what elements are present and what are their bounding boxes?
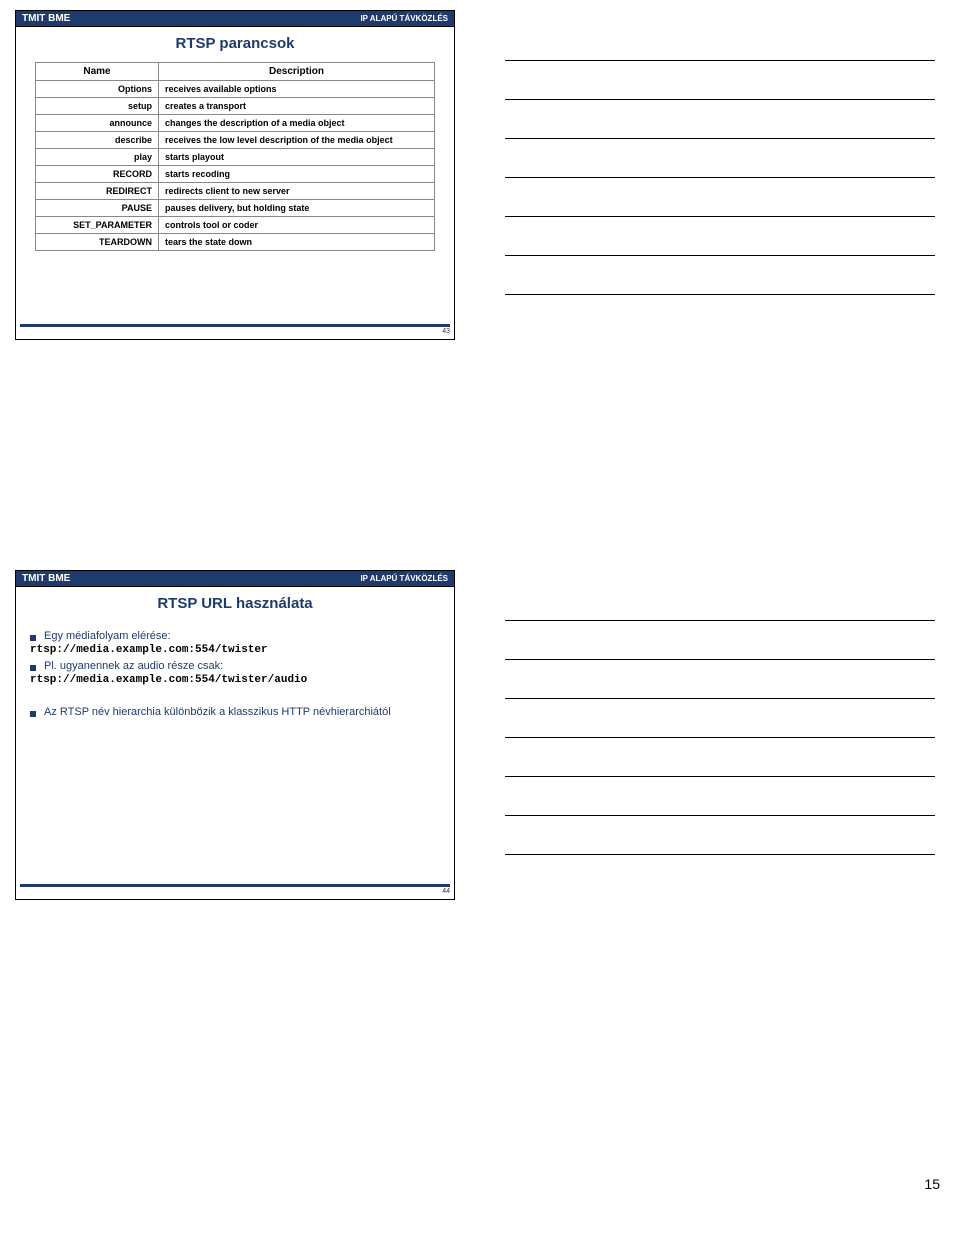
slide-page-num: 44 xyxy=(442,888,450,895)
slide-title: RTSP URL használata xyxy=(16,587,454,622)
slide-title: RTSP parancsok xyxy=(16,27,454,62)
slide-header: TMIT BME IP ALAPÚ TÁVKÖZLÉS xyxy=(16,571,454,587)
note-line xyxy=(505,582,935,621)
bullet-item: Az RTSP név hierarchia különbözik a klas… xyxy=(30,706,440,718)
slide-44: TMIT BME IP ALAPÚ TÁVKÖZLÉS RTSP URL has… xyxy=(15,570,455,900)
note-line xyxy=(505,178,935,217)
th-desc: Description xyxy=(159,63,435,81)
bullet-text: Egy médiafolyam elérése: xyxy=(44,630,171,642)
url-text: rtsp://media.example.com:554/twister xyxy=(30,644,440,656)
slide-page-num: 43 xyxy=(442,328,450,335)
note-line xyxy=(505,699,935,738)
table-row: Optionsreceives available options xyxy=(36,81,435,98)
header-left: TMIT BME xyxy=(22,13,70,24)
th-name: Name xyxy=(36,63,159,81)
slide-header: TMIT BME IP ALAPÚ TÁVKÖZLÉS xyxy=(16,11,454,27)
note-line xyxy=(505,217,935,256)
note-line xyxy=(505,660,935,699)
note-line xyxy=(505,816,935,855)
bullet-item: Pl. ugyanennek az audio része csak: xyxy=(30,660,440,672)
bullet-text: Az RTSP név hierarchia különbözik a klas… xyxy=(44,706,391,718)
table-row: PAUSEpauses delivery, but holding state xyxy=(36,200,435,217)
bullet-item: Egy médiafolyam elérése: xyxy=(30,630,440,642)
header-right: IP ALAPÚ TÁVKÖZLÉS xyxy=(360,14,448,23)
notes-area-1 xyxy=(505,10,935,295)
note-line xyxy=(505,22,935,61)
table-row: setupcreates a transport xyxy=(36,98,435,115)
table-row: RECORDstarts recoding xyxy=(36,166,435,183)
slide-footer: 44 xyxy=(20,884,450,895)
url-text: rtsp://media.example.com:554/twister/aud… xyxy=(30,674,440,686)
slide-43: TMIT BME IP ALAPÚ TÁVKÖZLÉS RTSP parancs… xyxy=(15,10,455,340)
note-line xyxy=(505,738,935,777)
bullet-icon xyxy=(30,711,36,717)
note-line xyxy=(505,777,935,816)
table-row: SET_PARAMETERcontrols tool or coder xyxy=(36,217,435,234)
table-row: describereceives the low level descripti… xyxy=(36,132,435,149)
header-left: TMIT BME xyxy=(22,573,70,584)
bullet-icon xyxy=(30,635,36,641)
header-right: IP ALAPÚ TÁVKÖZLÉS xyxy=(360,574,448,583)
rtsp-table: Name Description Optionsreceives availab… xyxy=(35,62,435,251)
note-line xyxy=(505,256,935,295)
table-row: playstarts playout xyxy=(36,149,435,166)
notes-area-2 xyxy=(505,570,935,855)
note-line xyxy=(505,61,935,100)
note-line xyxy=(505,139,935,178)
table-row: announcechanges the description of a med… xyxy=(36,115,435,132)
bullet-text: Pl. ugyanennek az audio része csak: xyxy=(44,660,223,672)
document-page-number: 15 xyxy=(924,1176,940,1192)
note-line xyxy=(505,100,935,139)
note-line xyxy=(505,621,935,660)
table-row: TEARDOWNtears the state down xyxy=(36,234,435,251)
table-row: REDIRECTredirects client to new server xyxy=(36,183,435,200)
slide-footer: 43 xyxy=(20,324,450,335)
bullet-icon xyxy=(30,665,36,671)
